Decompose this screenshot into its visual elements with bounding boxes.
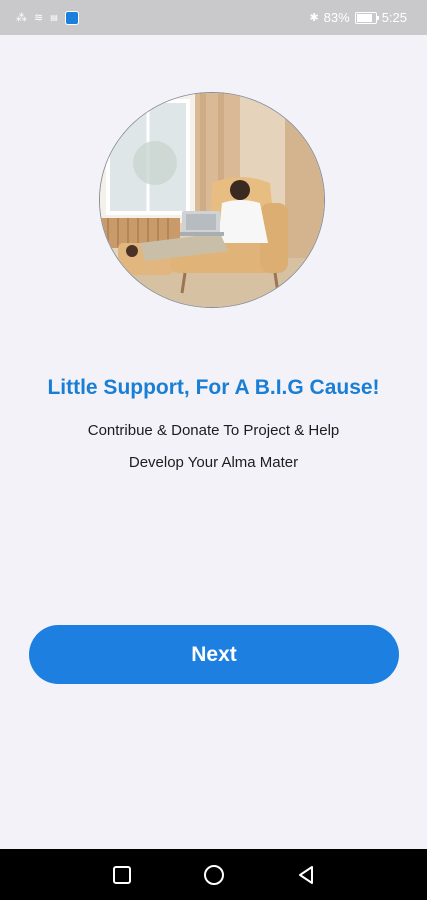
status-right: ✱ 83% 5:25 bbox=[309, 0, 407, 35]
wifi-icon: ≋ bbox=[34, 12, 44, 24]
subtitle-line-2: Develop Your Alma Mater bbox=[128, 454, 299, 471]
status-left: ⁂ ≋ ▤ bbox=[16, 0, 79, 35]
battery-icon bbox=[354, 11, 379, 24]
network-speed-icon: ▤ bbox=[50, 12, 58, 22]
back-button[interactable] bbox=[276, 849, 336, 900]
hero-illustration bbox=[100, 93, 324, 307]
home-button[interactable] bbox=[184, 849, 244, 900]
hero-image bbox=[99, 92, 325, 308]
status-time: 5:25 bbox=[381, 10, 407, 25]
system-nav-bar bbox=[0, 849, 427, 900]
home-icon bbox=[204, 864, 224, 885]
next-button[interactable]: Next bbox=[29, 625, 399, 684]
back-icon bbox=[299, 865, 313, 884]
sim-icon: ⁂ bbox=[16, 12, 27, 24]
battery-fill bbox=[356, 13, 372, 22]
battery-percent: 83% bbox=[323, 10, 350, 25]
app-notification-icon bbox=[64, 10, 79, 25]
recent-apps-button[interactable] bbox=[92, 849, 152, 900]
status-bar: ⁂ ≋ ▤ ✱ 83% 5:25 bbox=[0, 0, 427, 35]
bluetooth-icon: ✱ bbox=[309, 12, 319, 24]
recent-apps-icon bbox=[113, 865, 131, 884]
subtitle-line-1: Contribue & Donate To Project & Help bbox=[87, 422, 340, 439]
headline: Little Support, For A B.I.G Cause! bbox=[47, 376, 380, 399]
